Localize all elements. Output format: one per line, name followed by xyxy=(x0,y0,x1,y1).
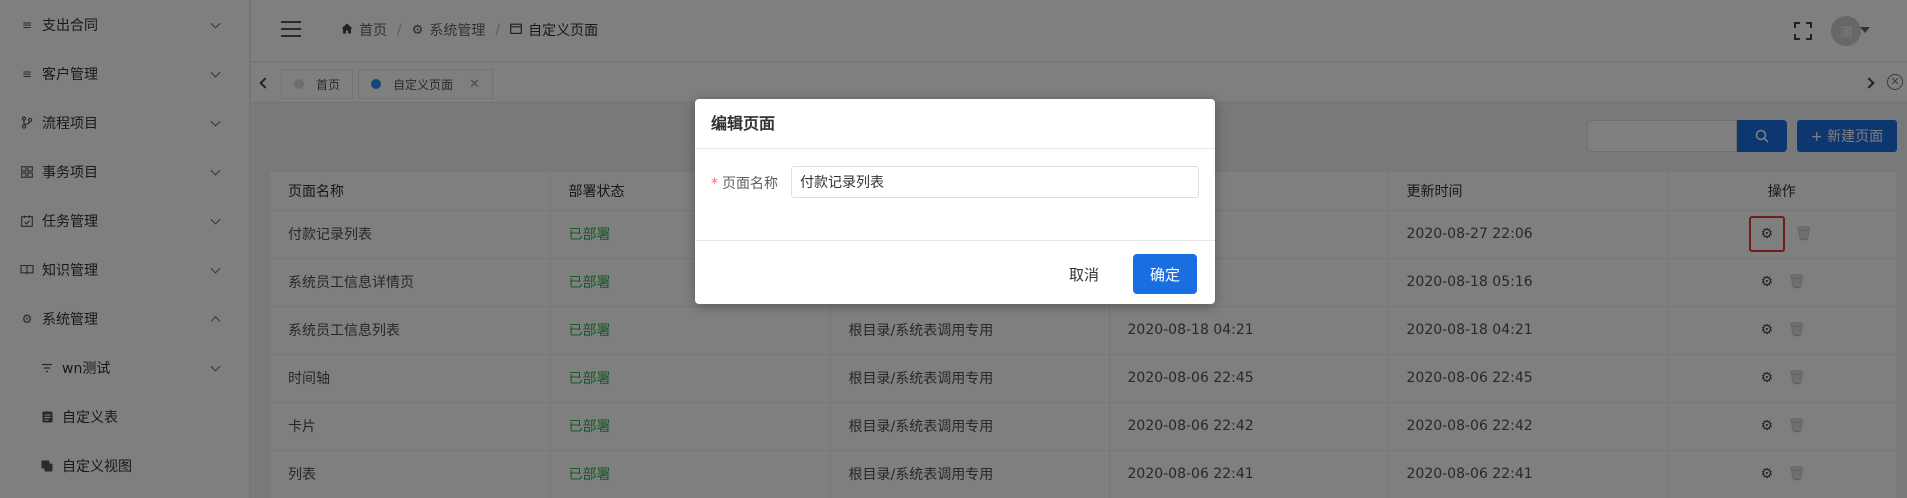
confirm-button[interactable]: 确定 xyxy=(1133,254,1197,294)
dialog-title: 编辑页面 xyxy=(695,99,1215,149)
field-label-text: 页面名称 xyxy=(722,176,778,192)
dialog-body: * 页面名称 xyxy=(695,149,1215,239)
page-name-input[interactable] xyxy=(791,166,1199,198)
required-mark: * xyxy=(711,176,718,192)
page-name-label: * 页面名称 xyxy=(711,173,778,193)
dialog-footer: 取消 确定 xyxy=(695,240,1215,304)
cancel-button[interactable]: 取消 xyxy=(1057,255,1111,295)
edit-page-dialog: 编辑页面 *页面名称 取消 确定 xyxy=(695,99,1215,304)
